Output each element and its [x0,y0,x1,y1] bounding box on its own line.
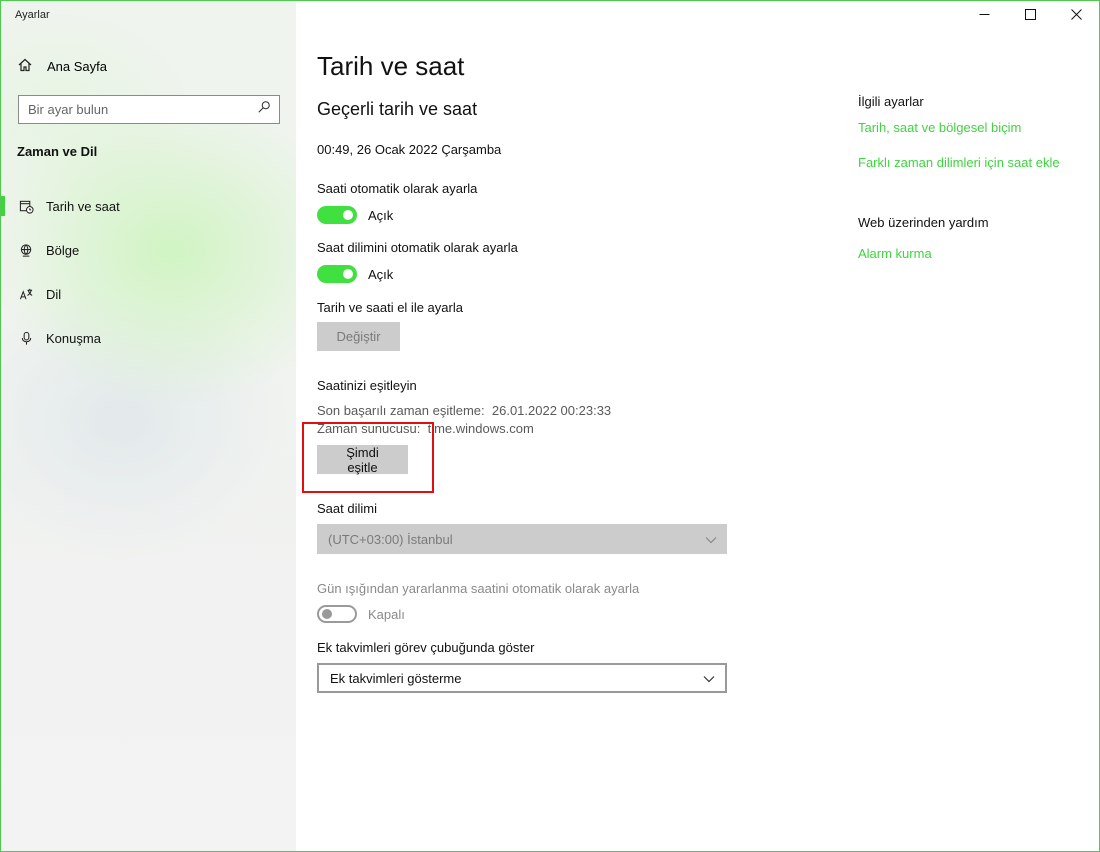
timezone-value: (UTC+03:00) İstanbul [328,531,453,547]
related-heading: İlgili ayarlar [858,94,924,109]
time-server-value: time.windows.com [427,421,534,436]
sidebar-item-label: Dil [46,286,62,302]
sidebar: Ayarlar Ana Sayfa Zaman ve Dil Tarih ve … [1,1,296,851]
related-settings: İlgili ayarlar Tarih, saat ve bölgesel b… [858,94,1088,261]
link-regional-format[interactable]: Tarih, saat ve bölgesel biçim [858,120,1088,135]
search-icon[interactable] [257,100,271,119]
change-button[interactable]: Değiştir [317,322,400,351]
search-box[interactable] [18,95,280,124]
home-link[interactable]: Ana Sayfa [17,57,107,76]
dst-state: Kapalı [368,606,405,622]
timezone-label: Saat dilimi [317,501,377,516]
highlight-box [302,422,434,493]
auto-timezone-toggle[interactable] [317,265,357,283]
current-datetime: 00:49, 26 Ocak 2022 Çarşamba [317,142,502,157]
sidebar-item-language[interactable]: Dil [1,274,296,314]
chevron-down-icon [703,671,715,686]
last-sync-value: 26.01.2022 00:23:33 [491,403,612,418]
auto-time-row: Açık [317,206,393,224]
auto-timezone-label: Saat dilimini otomatik olarak ayarla [317,240,518,255]
sidebar-item-region[interactable]: Bölge [1,230,296,270]
sidebar-item-label: Bölge [46,242,80,258]
dst-row: Kapalı [317,605,405,623]
sidebar-item-label: Konuşma [46,330,101,346]
link-add-clocks[interactable]: Farklı zaman dilimleri için saat ekle [858,155,1088,170]
section-title: Zaman ve Dil [17,144,98,159]
last-sync-line: Son başarılı zaman eşitleme: 26.01.2022 … [317,403,611,418]
auto-time-state: Açık [368,207,394,223]
manual-time-label: Tarih ve saati el ile ayarla [317,300,463,315]
sync-title: Saatinizi eşitleyin [317,378,417,393]
sidebar-item-label: Tarih ve saat [46,198,120,214]
calendars-label: Ek takvimleri görev çubuğunda göster [317,640,535,655]
auto-time-toggle[interactable] [317,206,357,224]
chevron-down-icon [705,532,717,547]
dst-toggle[interactable] [317,605,357,623]
settings-window: Ayarlar Ana Sayfa Zaman ve Dil Tarih ve … [0,0,1100,852]
app-title: Ayarlar [15,9,50,21]
search-input[interactable] [28,102,228,117]
auto-time-label: Saati otomatik olarak ayarla [317,181,478,196]
sidebar-item-speech[interactable]: Konuşma [1,318,296,358]
page-title: Tarih ve saat [317,51,465,81]
dst-label: Gün ışığından yararlanma saatini otomati… [317,581,640,596]
section-heading-current: Geçerli tarih ve saat [317,99,478,119]
help-heading: Web üzerinden yardım [858,215,989,230]
link-set-alarm[interactable]: Alarm kurma [858,246,1088,261]
calendars-select[interactable]: Ek takvimleri gösterme [317,663,727,693]
globe-icon [18,242,34,258]
timezone-select[interactable]: (UTC+03:00) İstanbul [317,524,727,554]
home-icon [17,57,33,76]
last-sync-label: Son başarılı zaman eşitleme: [317,403,485,418]
auto-timezone-state: Açık [368,266,394,282]
calendar-clock-icon [18,198,34,214]
language-icon [18,286,34,302]
microphone-icon [18,330,34,346]
sidebar-item-date-time[interactable]: Tarih ve saat [1,186,296,226]
calendars-value: Ek takvimleri gösterme [330,670,462,686]
home-label: Ana Sayfa [47,59,107,74]
auto-timezone-row: Açık [317,265,393,283]
